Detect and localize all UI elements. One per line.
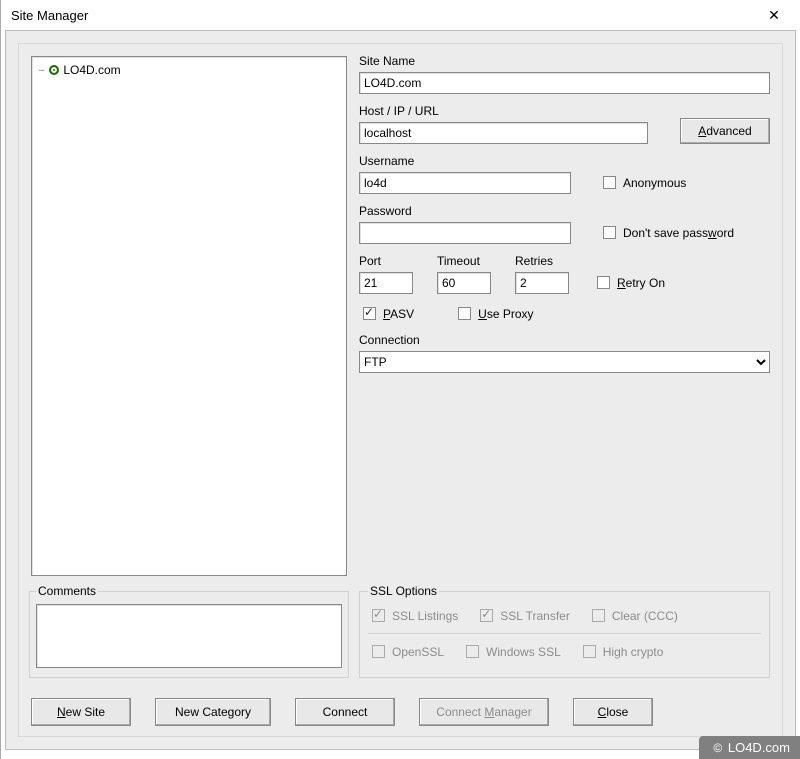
connection-select[interactable]: FTP — [359, 351, 770, 373]
ssl-legend: SSL Options — [368, 584, 439, 598]
username-input[interactable] — [359, 172, 571, 194]
comments-textarea[interactable] — [36, 604, 342, 668]
site-name-input[interactable] — [359, 72, 770, 94]
advanced-button[interactable]: Advanced — [680, 118, 770, 144]
retryon-checkbox[interactable] — [597, 276, 610, 289]
timeout-input[interactable] — [437, 272, 491, 294]
useproxy-label: Use Proxy — [478, 307, 533, 321]
details-pane: Site Name Host / IP / URL Advanced Usern… — [359, 54, 770, 383]
connect-button[interactable]: Connect — [295, 698, 395, 726]
highcrypto-checkbox — [583, 645, 596, 658]
ssl-listings-label: SSL Listings — [392, 609, 458, 623]
tree-item[interactable]: ···· LO4D.com — [38, 63, 340, 77]
retries-label: Retries — [515, 254, 569, 268]
close-icon[interactable]: ✕ — [754, 7, 794, 24]
password-input[interactable] — [359, 222, 571, 244]
new-site-button[interactable]: New Site — [31, 698, 131, 726]
ssl-listings-checkbox — [372, 609, 385, 622]
titlebar: Site Manager ✕ — [1, 0, 800, 30]
openssl-checkbox — [372, 645, 385, 658]
ssl-clear-label: Clear (CCC) — [612, 609, 678, 623]
ssl-transfer-checkbox — [480, 609, 493, 622]
window-title: Site Manager — [11, 8, 88, 23]
useproxy-checkbox[interactable] — [458, 307, 471, 320]
highcrypto-label: High crypto — [603, 645, 664, 659]
site-tree[interactable]: ···· LO4D.com — [31, 56, 347, 576]
connect-manager-button: Connect Manager — [419, 698, 549, 726]
winssl-label: Windows SSL — [486, 645, 561, 659]
retryon-label: Retry On — [617, 276, 665, 290]
pasv-checkbox[interactable] — [363, 307, 376, 320]
site-name-label: Site Name — [359, 54, 770, 68]
tree-item-label: LO4D.com — [63, 63, 120, 77]
dontsave-checkbox[interactable] — [603, 226, 616, 239]
close-button[interactable]: Close — [573, 698, 653, 726]
ssl-fieldset: SSL Options SSL Listings SSL Transfer Cl… — [359, 584, 770, 678]
dontsave-label: Don't save password — [623, 226, 734, 240]
watermark: © LO4D.com — [699, 736, 800, 759]
port-input[interactable] — [359, 272, 413, 294]
ssl-transfer-label: SSL Transfer — [500, 609, 570, 623]
winssl-checkbox — [466, 645, 479, 658]
ssl-clear-checkbox — [592, 609, 605, 622]
comments-legend: Comments — [36, 584, 98, 598]
connection-label: Connection — [359, 333, 770, 347]
username-label: Username — [359, 154, 571, 168]
new-category-button[interactable]: New Category — [155, 698, 271, 726]
anonymous-label: Anonymous — [623, 176, 686, 190]
openssl-label: OpenSSL — [392, 645, 444, 659]
button-bar: New Site New Category Connect Connect Ma… — [31, 698, 770, 726]
host-input[interactable] — [359, 122, 648, 144]
copyright-icon: © — [713, 741, 722, 755]
pasv-label: PASV — [383, 307, 414, 321]
anonymous-checkbox[interactable] — [603, 176, 616, 189]
site-icon — [49, 65, 59, 75]
watermark-text: LO4D.com — [728, 740, 790, 755]
port-label: Port — [359, 254, 413, 268]
tree-connector-icon: ···· — [38, 65, 43, 76]
comments-fieldset: Comments — [29, 584, 349, 678]
host-label: Host / IP / URL — [359, 104, 648, 118]
timeout-label: Timeout — [437, 254, 491, 268]
retries-input[interactable] — [515, 272, 569, 294]
password-label: Password — [359, 204, 571, 218]
